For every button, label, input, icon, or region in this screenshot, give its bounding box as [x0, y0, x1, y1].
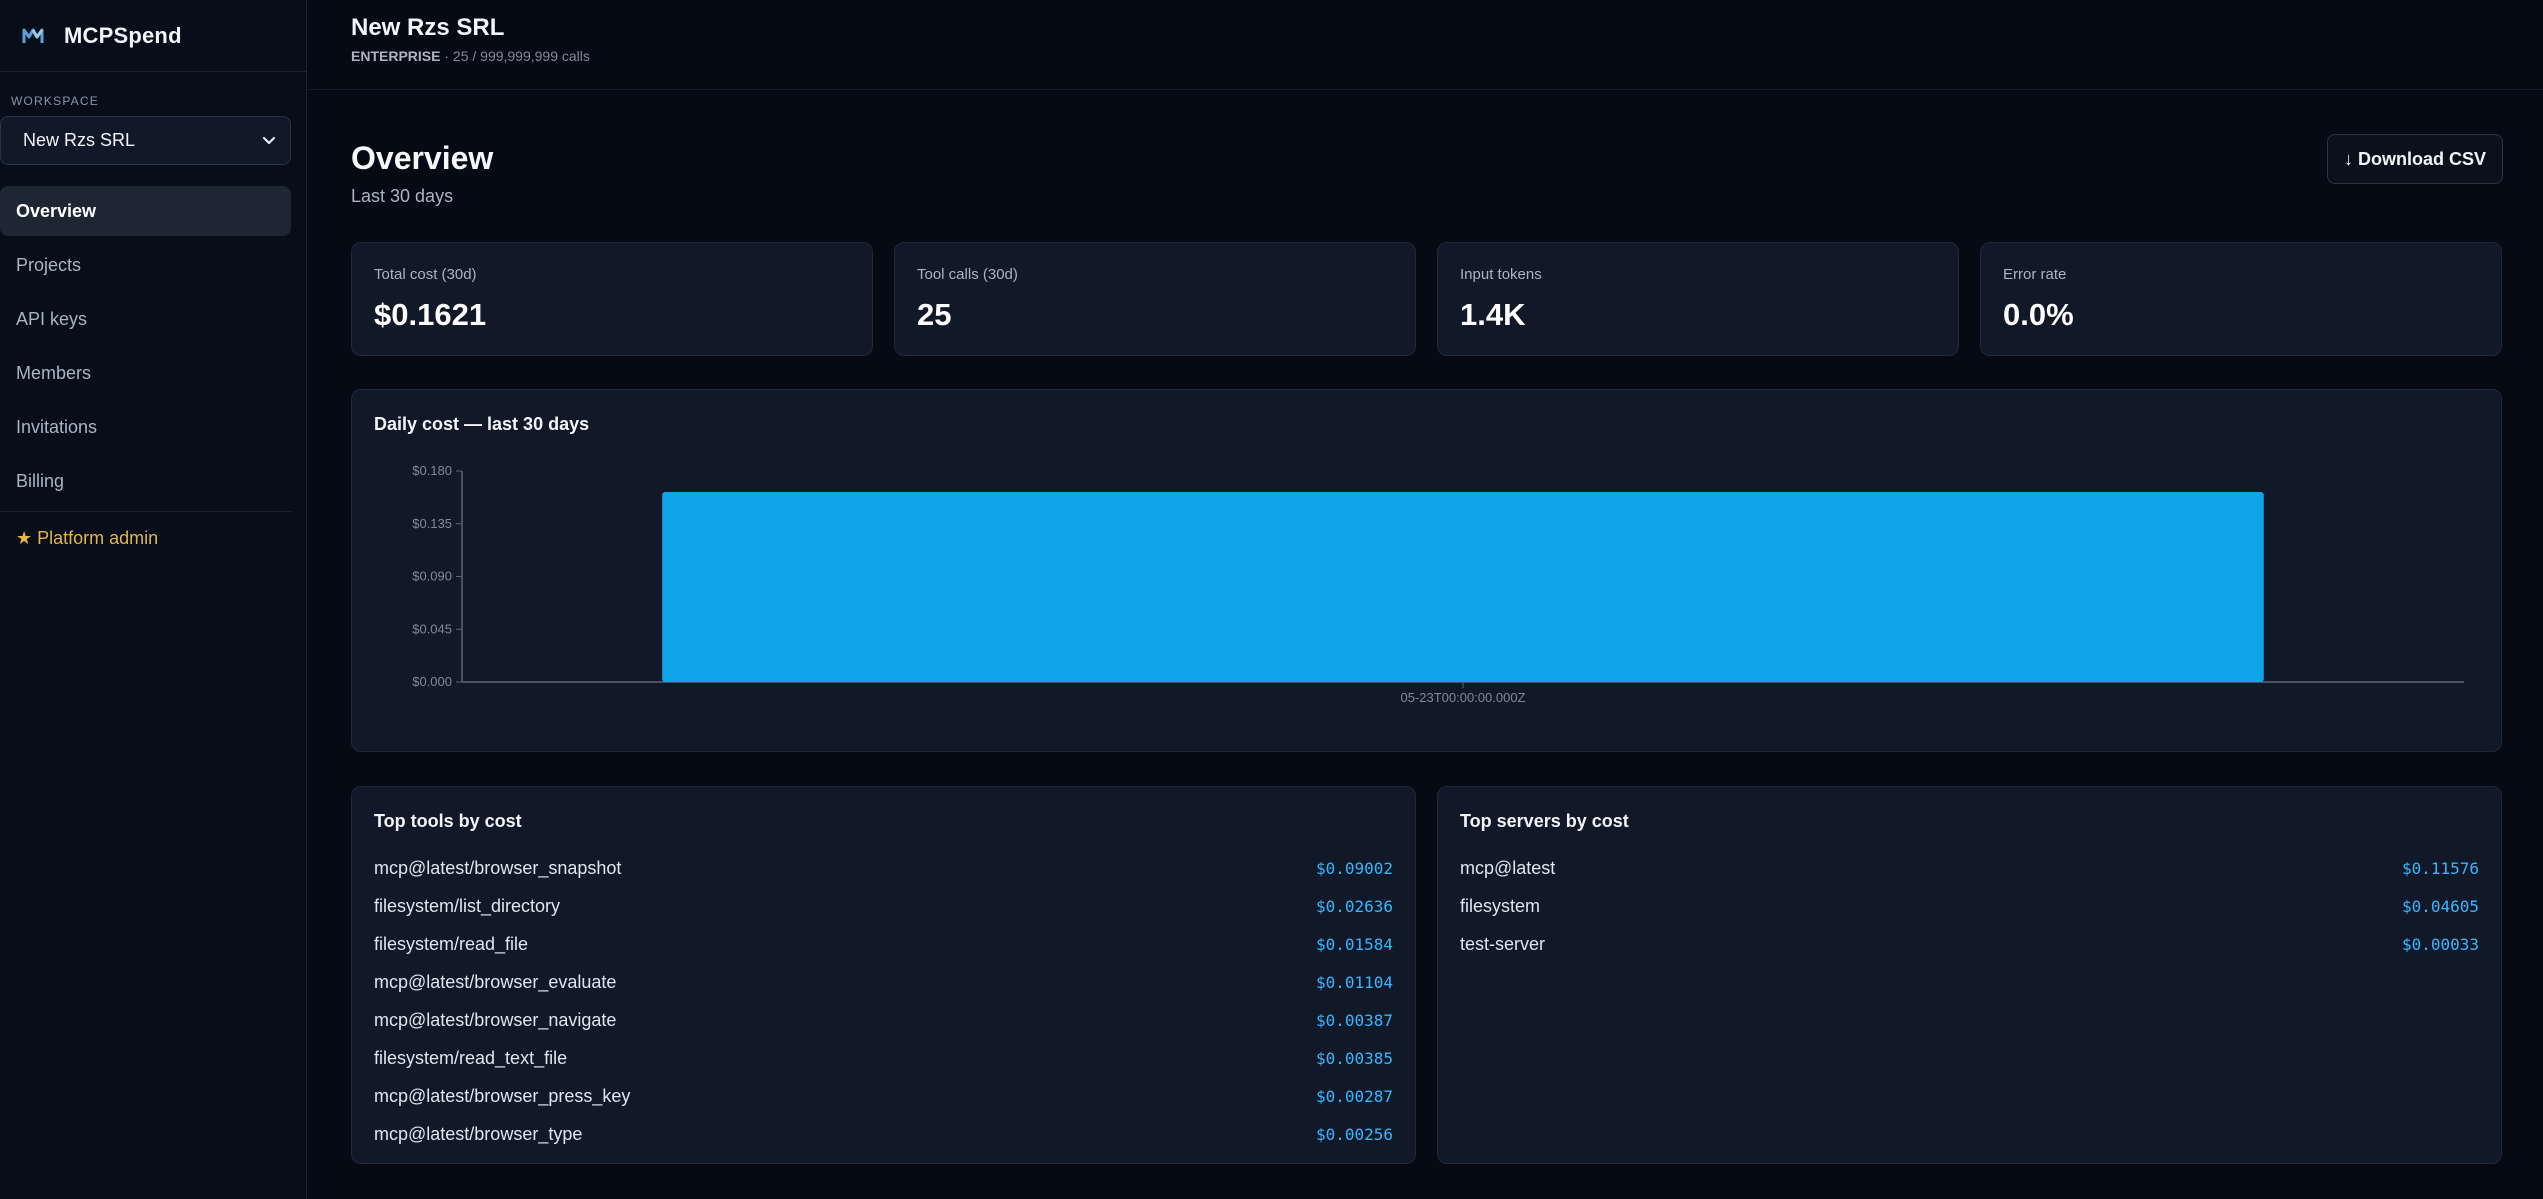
top-tools-list: mcp@latest/browser_snapshot $0.09002 files…	[374, 849, 1393, 1153]
daily-cost-chart: $0.000 $0.045 $0.090 $0.135 $0.180 05-23T00:0…	[412, 463, 2464, 705]
mcpspend-logo-icon	[22, 28, 44, 43]
chevron-down-icon	[262, 136, 276, 144]
list-item-cost: $0.01104	[1315, 972, 1393, 992]
stat-label: Total cost (30d)	[374, 266, 477, 283]
sidebar-item-overview[interactable]: Overview	[0, 186, 291, 236]
download-csv-button[interactable]: ↓ Download CSV	[2327, 134, 2503, 184]
top-tools-title: Top tools by cost	[374, 811, 522, 831]
stat-label: Error rate	[2003, 266, 2067, 283]
page-subtitle: Last 30 days	[351, 186, 454, 206]
stat-value: 1.4K	[1460, 297, 1526, 332]
list-item: mcp@latest/browser_snapshot $0.09002	[374, 849, 1393, 887]
list-item: mcp@latest/browser_evaluate $0.01104	[374, 963, 1393, 1001]
page-title: Overview	[351, 140, 494, 176]
brand[interactable]: MCPSpend	[0, 0, 306, 72]
stat-card-total-cost: Total cost (30d) $0.1621	[351, 242, 873, 356]
stat-value: $0.1621	[374, 297, 487, 332]
list-item: mcp@latest/browser_navigate $0.00387	[374, 1001, 1393, 1039]
list-item-cost: $0.11576	[2401, 858, 2479, 878]
list-item: filesystem/list_directory $0.02636	[374, 887, 1393, 925]
sidebar-item-api-keys[interactable]: API keys	[0, 294, 291, 344]
list-item-cost: $0.01584	[1315, 934, 1393, 954]
sidebar-item-invitations[interactable]: Invitations	[0, 402, 291, 452]
stat-value: 25	[917, 297, 952, 332]
list-item-cost: $0.02636	[1315, 896, 1393, 916]
sidebar-item-members[interactable]: Members	[0, 348, 291, 398]
y-tick-label: $0.000	[412, 674, 452, 689]
top-servers-card: Top servers by cost mcp@latest $0.11576 fi…	[1437, 786, 2502, 1164]
x-tick-label: 05-23T00:00:00.000Z	[1400, 690, 1525, 705]
stat-label: Input tokens	[1460, 266, 1542, 283]
workspace-label: WORKSPACE	[11, 94, 99, 108]
sidebar-item-billing[interactable]: Billing	[0, 456, 291, 506]
topbar: New Rzs SRL ENTERPRISE · 25 / 999,999,99…	[308, 0, 2543, 90]
top-tools-card: Top tools by cost mcp@latest/browser_sna…	[351, 786, 1416, 1164]
list-item: filesystem/read_text_file $0.00385	[374, 1039, 1393, 1077]
stat-card-input-tokens: Input tokens 1.4K	[1437, 242, 1959, 356]
list-item-name: mcp@latest/browser_type	[374, 1123, 583, 1144]
usage-text: · 25 / 999,999,999 calls	[440, 48, 590, 64]
stat-card-error-rate: Error rate 0.0%	[1980, 242, 2502, 356]
stat-value: 0.0%	[2003, 297, 2074, 332]
list-item-cost: $0.09002	[1315, 858, 1393, 878]
list-item-cost: $0.00385	[1315, 1048, 1393, 1068]
list-item-name: filesystem/read_file	[374, 933, 529, 954]
list-item-cost: $0.00287	[1315, 1086, 1393, 1106]
list-item-name: mcp@latest/browser_press_key	[374, 1085, 631, 1106]
sidebar-item-projects[interactable]: Projects	[0, 240, 291, 290]
workspace-select[interactable]: New Rzs SRL	[0, 116, 291, 165]
plan-badge: ENTERPRISE	[351, 48, 441, 64]
daily-cost-chart-card: Daily cost — last 30 days $0.000 $0.045 $0…	[351, 389, 2502, 752]
workspace-select-value: New Rzs SRL	[23, 130, 136, 150]
list-item-name: mcp@latest/browser_snapshot	[374, 857, 622, 878]
top-servers-title: Top servers by cost	[1460, 811, 1629, 831]
list-item-cost: $0.00256	[1315, 1124, 1393, 1144]
y-tick-label: $0.045	[412, 621, 452, 636]
list-item-cost: $0.00387	[1315, 1010, 1393, 1030]
list-item: mcp@latest $0.11576	[1460, 849, 2479, 887]
list-item: test-server $0.00033	[1460, 925, 2479, 963]
list-item: mcp@latest/browser_press_key $0.00287	[374, 1077, 1393, 1115]
platform-admin-link[interactable]: ★ Platform admin	[16, 528, 158, 549]
list-item-name: mcp@latest/browser_evaluate	[374, 971, 617, 992]
sidebar-divider	[0, 511, 291, 512]
list-item-name: filesystem/list_directory	[374, 895, 561, 916]
list-item: mcp@latest/browser_type $0.00256	[374, 1115, 1393, 1153]
top-servers-list: mcp@latest $0.11576 filesystem $0.04605 test…	[1460, 849, 2479, 963]
list-item-cost: $0.00033	[2401, 934, 2479, 954]
list-item-name: filesystem/read_text_file	[374, 1047, 568, 1068]
y-tick-label: $0.180	[412, 463, 452, 478]
list-item-name: mcp@latest/browser_navigate	[374, 1009, 617, 1030]
y-tick-label: $0.090	[412, 569, 452, 584]
list-item-cost: $0.04605	[2401, 896, 2479, 916]
list-item-name: test-server	[1460, 933, 1546, 954]
y-tick-label: $0.135	[412, 516, 452, 531]
stat-card-tool-calls: Tool calls (30d) 25	[894, 242, 1416, 356]
org-name: New Rzs SRL	[351, 14, 505, 41]
stat-label: Tool calls (30d)	[917, 266, 1018, 283]
app-name: MCPSpend	[64, 22, 182, 48]
sidebar: MCPSpend WORKSPACE New Rzs SRL Overview …	[0, 0, 307, 1199]
list-item-name: mcp@latest	[1460, 857, 1556, 878]
list-item: filesystem $0.04605	[1460, 887, 2479, 925]
list-item-name: filesystem	[1460, 895, 1541, 916]
chart-bar	[662, 491, 2264, 682]
sidebar-nav: Overview Projects API keys Members Invit…	[0, 186, 291, 510]
list-item: filesystem/read_file $0.01584	[374, 925, 1393, 963]
plan-line: ENTERPRISE · 25 / 999,999,999 calls	[351, 48, 590, 64]
